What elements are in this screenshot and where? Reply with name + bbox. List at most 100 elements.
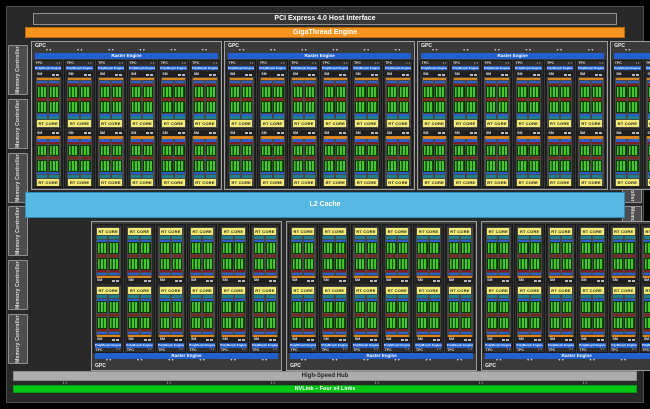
- tpc-column: TPC ▼▼ PolyMorph Engine SM: [482, 60, 512, 188]
- sm-cache-chip: [116, 339, 119, 341]
- sm-label: SM: [613, 337, 618, 342]
- cuda-core-bank: [273, 101, 283, 113]
- cuda-core-bank: [461, 258, 471, 270]
- cuda-core-bank: [128, 258, 138, 270]
- sm-cache-chip: [238, 339, 241, 341]
- tpc-label-row: TPC ▼▼: [516, 348, 543, 353]
- tpc-column: TPC ▼▼ PolyMorph Engine SM: [445, 224, 475, 353]
- cuda-core-bank: [387, 160, 397, 172]
- memory-controller: Memory Controller: [8, 314, 28, 364]
- cuda-core-bank: [429, 258, 439, 270]
- rt-core: RT CORE: [131, 179, 153, 186]
- rt-core: RT CORE: [486, 120, 508, 127]
- cuda-core-grid: [484, 101, 509, 113]
- sm-label: SM: [616, 131, 621, 136]
- sm-label-row: SM: [291, 72, 316, 77]
- rt-core: RT CORE: [387, 179, 409, 186]
- sm-cache-chip: [632, 132, 635, 134]
- rt-core: RT CORE: [355, 120, 377, 127]
- rt-core: RT CORE: [292, 228, 314, 235]
- memory-controller: Memory Controller: [8, 45, 28, 95]
- cuda-core-bank: [172, 242, 182, 254]
- polymorph-engine-bar: PolyMorph Engine: [322, 66, 348, 71]
- cuda-core-grid: [98, 86, 123, 98]
- sm-label: SM: [355, 72, 360, 77]
- sm-label: SM: [423, 131, 428, 136]
- sm-label-row: SM: [96, 278, 121, 283]
- rt-core: RT CORE: [230, 120, 252, 127]
- sm-block: SM RT CORE: [579, 226, 606, 284]
- cuda-core-grid: [127, 258, 152, 270]
- cuda-core-bank: [398, 258, 408, 270]
- sm-label-row: SM: [548, 278, 573, 283]
- sm-label: SM: [292, 278, 297, 283]
- cuda-core-bank: [242, 160, 252, 172]
- sm-label: SM: [191, 337, 196, 342]
- tpc-label: TPC: [127, 348, 134, 353]
- cuda-core-bank: [628, 160, 638, 172]
- sm-block: SM RT CORE: [189, 285, 216, 343]
- polymorph-engine-bar: PolyMorph Engine: [646, 66, 650, 71]
- cuda-core-bank: [143, 86, 153, 98]
- cuda-core-bank: [234, 242, 244, 254]
- cuda-core-bank: [160, 242, 170, 254]
- cuda-core-grid: [190, 301, 215, 313]
- cuda-core-bank: [304, 258, 314, 270]
- flow-arrows-icon: ▼▼: [179, 348, 184, 351]
- tpc-column: TPC ▼▼ PolyMorph Engine SM: [577, 224, 607, 353]
- rt-core: RT CORE: [355, 228, 377, 235]
- cuda-core-grid: [385, 301, 410, 313]
- sm-label: SM: [324, 131, 329, 136]
- tpc-label-row: TPC ▼▼: [446, 348, 473, 353]
- sm-label: SM: [131, 72, 136, 77]
- sm-cache-chip: [595, 74, 598, 76]
- rt-core: RT CORE: [261, 179, 283, 186]
- cuda-core-bank: [100, 145, 110, 157]
- texture-unit-row: [354, 116, 379, 119]
- cuda-core-bank: [517, 101, 527, 113]
- cuda-core-bank: [498, 160, 508, 172]
- sm-cache-chip: [115, 132, 118, 134]
- sm-label-row: SM: [416, 337, 441, 342]
- cuda-core-bank: [222, 258, 232, 270]
- cuda-core-grid: [158, 242, 183, 254]
- texture-unit-row: [323, 116, 348, 119]
- sm-cache-chip: [339, 280, 342, 282]
- rt-core: RT CORE: [324, 179, 346, 186]
- tpc-column: TPC ▼▼ PolyMorph Engine SM: [158, 60, 188, 188]
- cuda-core-bank: [324, 86, 334, 98]
- cuda-core-bank: [143, 101, 153, 113]
- sm-label: SM: [387, 131, 392, 136]
- cuda-core-bank: [174, 145, 184, 157]
- cuda-core-grid: [516, 145, 541, 157]
- tpc-column: TPC ▼▼ PolyMorph Engine SM: [413, 224, 443, 353]
- tpc-label-row: TPC ▼▼: [384, 348, 411, 353]
- flow-arrows-icon: ▼▼: [343, 62, 348, 65]
- gpc-label: GPC: [483, 363, 650, 369]
- cuda-core-bank: [517, 86, 527, 98]
- cuda-core-bank: [174, 101, 184, 113]
- sm-label-row: SM: [36, 72, 61, 77]
- sm-cache-chip: [269, 280, 272, 282]
- sm-block: SM RT CORE: [384, 226, 411, 284]
- cuda-core-grid: [322, 301, 347, 313]
- sm-label-row: SM: [416, 278, 441, 283]
- cuda-core-grid: [252, 242, 277, 254]
- flow-arrows-icon: ▼▼: [311, 348, 316, 351]
- sm-block: SM RT CORE: [220, 226, 247, 284]
- cuda-core-bank: [266, 317, 276, 329]
- sm-cache-chip: [178, 74, 181, 76]
- cuda-core-bank: [80, 160, 90, 172]
- sm-label-row: SM: [385, 72, 410, 77]
- cuda-core-bank: [550, 258, 560, 270]
- cuda-core-bank: [613, 317, 623, 329]
- sm-cache-chip: [538, 280, 541, 282]
- rt-core: RT CORE: [194, 120, 216, 127]
- sm-cache-chip: [273, 339, 276, 341]
- top-gpc-row: GPC ▼▼▼▼▼▼▼▼▼▼▼▼ Raster Engine TPC ▼▼ Po…: [31, 41, 619, 190]
- rt-core: RT CORE: [323, 228, 345, 235]
- cuda-core-bank: [191, 242, 201, 254]
- cuda-core-bank: [37, 101, 47, 113]
- sm-cache-chip: [281, 74, 284, 76]
- cuda-core-grid: [416, 258, 441, 270]
